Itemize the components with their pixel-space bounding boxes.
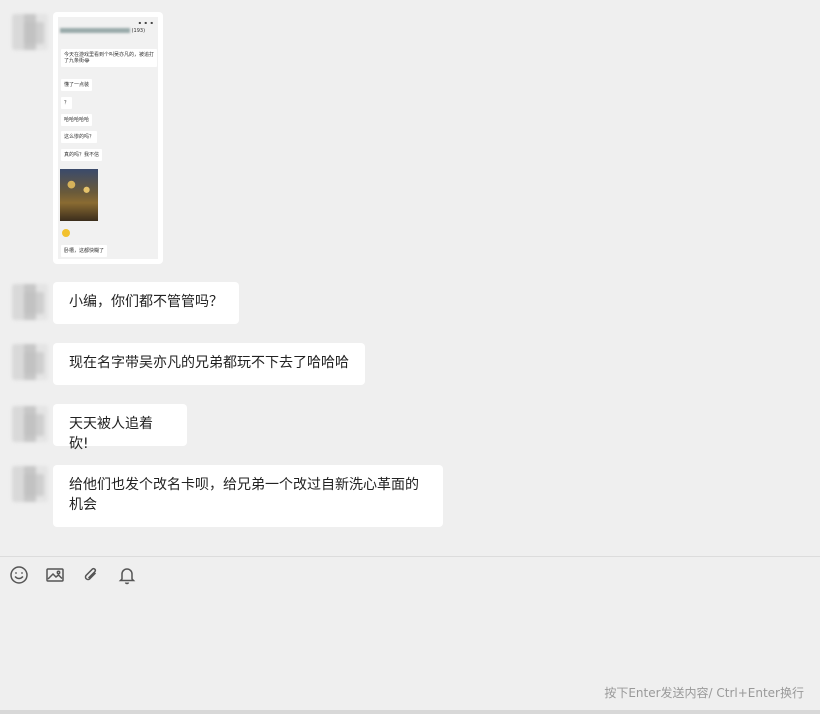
mini-message: 卧槽，这都快糊了 (61, 245, 108, 257)
message-input[interactable] (0, 596, 820, 676)
bottom-border (0, 710, 820, 714)
avatar[interactable] (12, 284, 48, 320)
mini-photo (60, 169, 98, 221)
status-bar: ▪ ▪ ▪ (138, 20, 154, 25)
blurred-group-name (60, 28, 130, 33)
bell-icon[interactable] (116, 564, 138, 586)
input-divider (0, 556, 820, 557)
screenshot-content: ▪ ▪ ▪ (193) 今天在游戏里看到个叫吴亦凡的，被追打了九条街😂 懂了一点… (58, 17, 158, 259)
avatar[interactable] (12, 344, 48, 380)
message-bubble[interactable]: 小编，你们都不管管吗？ (53, 282, 239, 324)
mini-message: 真的吗？我不信 (61, 149, 103, 161)
mini-message: ？ (61, 97, 73, 109)
image-icon[interactable] (44, 564, 66, 586)
mini-message: 懂了一点装 (61, 79, 93, 91)
mini-message: 这么惨的吗？ (61, 131, 98, 143)
mini-message: 今天在游戏里看到个叫吴亦凡的，被追打了九条街😂 (61, 49, 157, 67)
avatar[interactable] (12, 466, 48, 502)
emoji-icon (62, 229, 70, 237)
paperclip-icon[interactable] (80, 564, 102, 586)
message-bubble[interactable]: 天天被人追着砍! (53, 404, 187, 452)
avatar[interactable] (12, 14, 48, 50)
message-bubble[interactable]: 现在名字带吴亦凡的兄弟都玩不下去了哈哈哈 (53, 343, 365, 385)
smile-icon[interactable] (8, 564, 30, 586)
message-bubble[interactable]: 给他们也发个改名卡呗，给兄弟一个改过自新洗心革面的机会 (53, 465, 443, 527)
screenshot-message[interactable]: ▪ ▪ ▪ (193) 今天在游戏里看到个叫吴亦凡的，被追打了九条街😂 懂了一点… (53, 12, 163, 264)
chat-area: ▪ ▪ ▪ (193) 今天在游戏里看到个叫吴亦凡的，被追打了九条街😂 懂了一点… (0, 0, 820, 556)
input-toolbar (8, 564, 138, 588)
avatar[interactable] (12, 406, 48, 442)
input-hint: 按下Enter发送内容/ Ctrl+Enter换行 (604, 686, 804, 700)
mini-message: 哈哈哈哈哈 (61, 114, 93, 126)
group-title: (193) (60, 28, 156, 35)
